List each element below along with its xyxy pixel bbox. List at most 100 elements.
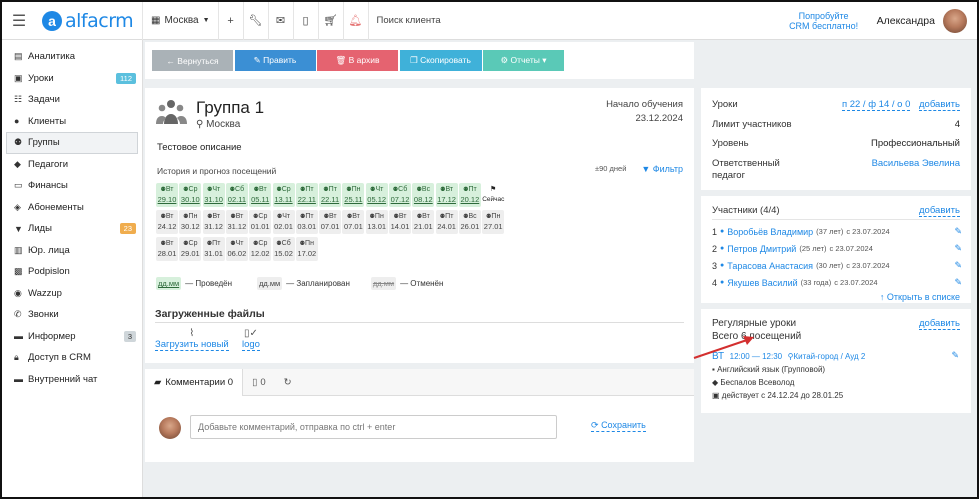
sidebar-item-informer[interactable]: ▬ Информер 3 [2,326,142,348]
sidebar-item-lessons[interactable]: ▣ Уроки 112 [2,68,142,90]
calendar-day[interactable]: ⚑ Сейчас [482,183,504,207]
calendar-day[interactable]: ⚉Вт 24.12 [156,210,178,234]
calendar-day[interactable]: ⚉Чт 06.02 [225,237,248,261]
calendar-date: 12.02 [250,249,270,258]
logo-text: alfacrm [65,9,134,32]
user-menu[interactable]: Александра [865,8,977,33]
calendar-day[interactable]: ⚉Пт 24.01 [435,210,458,234]
member-name-link[interactable]: Тарасова Анастасия [727,261,813,271]
calendar-day[interactable]: ⚉Вт 05.11 [249,183,272,207]
calendar-day[interactable]: ⚉Чт 31.10 [202,183,225,207]
member-name-link[interactable]: Воробьёв Владимир [727,227,813,237]
calendar-day[interactable]: ⚉Вт 07.01 [342,210,365,234]
add-regular-link[interactable]: добавить [919,318,960,330]
edit-pencil-icon[interactable]: ✎ [954,260,962,271]
back-button[interactable]: ← Вернуться [152,50,233,71]
calendar-day[interactable]: ⚉Пт 31.01 [202,237,225,261]
edit-pencil-icon[interactable]: ✎ [954,243,962,254]
sidebar-item-clients[interactable]: ● Клиенты [2,111,142,133]
teacher-link[interactable]: Васильева Эвелина [872,158,960,169]
wrench-icon[interactable]: 🔧︎ [242,2,268,40]
sidebar-item-teachers[interactable]: ◆ Педагоги [2,154,142,176]
member-name-link[interactable]: Петров Дмитрий [727,244,796,254]
calendar-day[interactable]: ⚉Вт 28.01 [156,237,178,261]
archive-button[interactable]: 🗑 В архив [317,50,398,71]
calendar-day[interactable]: ⚉Ср 12.02 [249,237,272,261]
calendar-day[interactable]: ⚉Ср 01.01 [249,210,272,234]
sidebar-item-wazzup[interactable]: ◉ Wazzup [2,283,142,305]
calendar-day[interactable]: ⚉Вт 17.12 [435,183,458,207]
menu-icon[interactable]: ☰ [2,11,36,31]
search-input[interactable]: Поиск клиента [367,2,783,40]
tab-history[interactable]: ↻ [275,369,301,396]
member-name-link[interactable]: Якушев Василий [727,278,797,288]
plus-icon[interactable]: + [217,2,243,40]
tab-files[interactable]: ▯ 0 [243,369,275,396]
sidebar-item-podpislon[interactable]: ▩ Podpislon [2,261,142,283]
calendar-day[interactable]: ⚉Пн 27.01 [482,210,505,234]
calendar-day[interactable]: ⚉Пт 22.11 [295,183,318,207]
sidebar-item-subscriptions[interactable]: ◈ Абонементы [2,197,142,219]
copy-button[interactable]: ❐ Скопировать [399,50,482,71]
users-icon: ⚉ [14,137,23,148]
save-button[interactable]: ⟳ Сохранить [591,420,646,432]
calendar-day[interactable]: ⚉Сб 07.12 [389,183,411,207]
file-icon: ▯✓ [244,328,258,339]
calendar-day[interactable]: ⚉Чт 02.01 [272,210,295,234]
calendar-day[interactable]: ⚉Ср 13.11 [272,183,295,207]
sidebar-item-leads[interactable]: ▼ Лиды 23 [2,218,142,240]
calendar-day[interactable]: ⚉Пт 22.11 [319,183,342,207]
calendar-day[interactable]: ⚉Пн 17.02 [295,237,318,261]
edit-pencil-icon[interactable]: ✎ [954,226,962,237]
days-range[interactable]: ±90 дней [595,164,626,173]
calendar-day[interactable]: ⚉Вт 31.12 [202,210,225,234]
promo-link[interactable]: Попробуйте CRM бесплатно! [783,11,865,31]
file-logo[interactable]: ▯✓ logo [242,328,260,351]
city-selector[interactable]: ▦ Москва ▼ [142,2,218,40]
open-list-link[interactable]: ↑ Открыть в списке [880,292,960,302]
calendar-day[interactable]: ⚉Пт 03.01 [295,210,318,234]
calendar-day[interactable]: ⚉Чт 05.12 [365,183,388,207]
calendar-day[interactable]: ⚉Сб 02.11 [225,183,248,207]
bell-icon[interactable]: 🔔︎ [342,2,368,40]
sidebar-item-access[interactable]: 🔒︎ Доступ в CRM [2,347,142,369]
sidebar-item-finance[interactable]: ▭ Финансы [2,175,142,197]
logo[interactable]: a alfacrm [36,10,142,32]
calendar-day[interactable]: ⚉Ср 30.10 [179,183,202,207]
sidebar-item-analytics[interactable]: ▤ Аналитика [2,46,142,68]
add-lesson-link[interactable]: добавить [919,99,960,111]
cart-icon[interactable]: 🛒︎ [317,2,343,40]
edit-pencil-icon[interactable]: ✎ [951,350,959,361]
calendar-day[interactable]: ⚉Вт 21.01 [412,210,435,234]
sidebar-item-calls[interactable]: ✆ Звонки [2,304,142,326]
calendar-day[interactable]: ⚉Пн 13.01 [365,210,388,234]
calendar-date: 14.01 [390,222,410,231]
filter-button[interactable]: ▼ Фильтр [641,164,683,174]
calendar-day[interactable]: ⚉Вс 08.12 [412,183,435,207]
upload-button[interactable]: ⌇ Загрузить новый [155,328,229,351]
calendar-day[interactable]: ⚉Вс 26.01 [458,210,481,234]
edit-button[interactable]: ✎ Править [234,50,316,71]
calendar-day[interactable]: ⚉Пн 25.11 [342,183,365,207]
sidebar-item-legal[interactable]: ▥ Юр. лица [2,240,142,262]
lessons-counts-link[interactable]: п 22 / ф 14 / о 0 [841,99,911,111]
calendar-day[interactable]: ⚉Сб 15.02 [272,237,295,261]
calendar-day[interactable]: ⚉Пн 30.12 [179,210,202,234]
edit-pencil-icon[interactable]: ✎ [954,277,962,288]
calendar-day[interactable]: ⚉Пт 20.12 [458,183,481,207]
sidebar-item-groups[interactable]: ⚉ Группы [6,132,138,154]
calendar-day[interactable]: ⚉Вт 31.12 [225,210,248,234]
mail-icon[interactable]: ✉ [267,2,293,40]
mobile-icon[interactable]: ▯ [292,2,318,40]
schedule-line[interactable]: ВТ 12:00 — 12:30 ⚲Китай-город / Ауд 2 [712,351,865,362]
sidebar-item-tasks[interactable]: ☷ Задачи [2,89,142,111]
calendar-day[interactable]: ⚉Вт 14.01 [389,210,411,234]
reports-button[interactable]: ⚙ Отчеты ▾ [483,50,564,71]
calendar-day[interactable]: ⚉Вт 29.10 [156,183,178,207]
tab-comments[interactable]: ▰ Комментарии 0 [145,369,244,396]
add-member-link[interactable]: добавить [919,205,960,217]
calendar-day[interactable]: ⚉Вт 07.01 [319,210,342,234]
comment-input[interactable]: Добавьте комментарий, отправка по ctrl +… [190,415,557,439]
calendar-day[interactable]: ⚉Ср 29.01 [179,237,202,261]
sidebar-item-chat[interactable]: ▬ Внутренний чат [2,369,142,391]
